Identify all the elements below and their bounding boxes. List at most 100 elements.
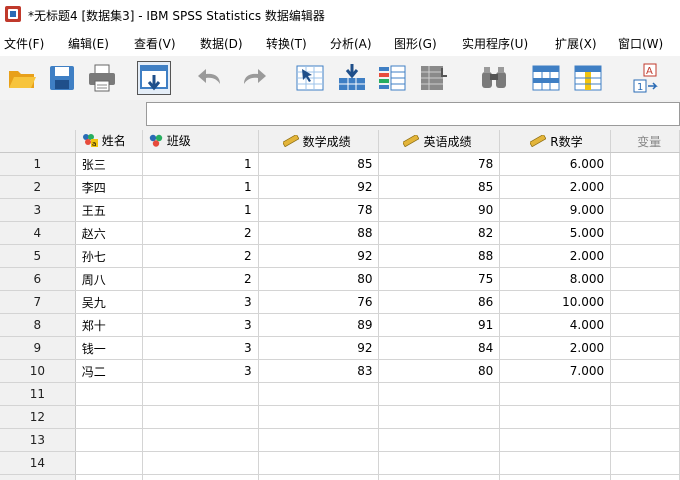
data-cell[interactable]: 84 [378, 336, 501, 360]
data-cell[interactable] [75, 428, 143, 452]
data-cell[interactable]: 冯二 [75, 359, 143, 383]
data-cell[interactable]: 92 [258, 244, 380, 268]
data-cell[interactable]: 2 [142, 221, 259, 245]
data-cell[interactable]: 89 [258, 313, 380, 337]
data-cell[interactable] [378, 405, 501, 429]
column-header-class[interactable]: 班级 [142, 130, 259, 153]
data-cell[interactable]: 2 [142, 267, 259, 291]
empty-variable-cell[interactable] [610, 474, 680, 480]
row-number[interactable]: 14 [0, 451, 76, 475]
data-cell[interactable]: 83 [258, 359, 380, 383]
data-cell[interactable] [499, 405, 612, 429]
row-number[interactable]: 12 [0, 405, 76, 429]
open-folder-icon[interactable] [6, 62, 38, 94]
data-cell[interactable]: 1 [142, 152, 259, 176]
data-cell[interactable]: 92 [258, 336, 380, 360]
print-icon[interactable] [86, 62, 118, 94]
column-header-rmath[interactable]: R数学 [499, 130, 612, 153]
menu-graphs[interactable]: 图形(G) [394, 35, 437, 52]
empty-variable-cell[interactable] [610, 336, 680, 360]
redo-icon[interactable] [238, 62, 270, 94]
data-cell[interactable] [75, 474, 143, 480]
menu-view[interactable]: 查看(V) [134, 35, 176, 52]
menu-transform[interactable]: 转换(T) [266, 35, 307, 52]
row-number[interactable]: 10 [0, 359, 76, 383]
column-header-empty-variable[interactable]: 变量 [610, 130, 680, 153]
empty-variable-cell[interactable] [610, 451, 680, 475]
table-row[interactable]: 1 张三 1 85 78 6.000 [0, 152, 680, 176]
data-cell[interactable] [258, 405, 380, 429]
data-cell[interactable] [142, 405, 259, 429]
table-row[interactable]: 4 赵六 2 88 82 5.000 [0, 221, 680, 245]
data-cell[interactable]: 86 [378, 290, 501, 314]
empty-variable-cell[interactable] [610, 152, 680, 176]
menu-analyze[interactable]: 分析(A) [330, 35, 372, 52]
data-cell[interactable] [378, 428, 501, 452]
data-cell[interactable] [499, 428, 612, 452]
data-cell[interactable]: 4.000 [499, 313, 612, 337]
data-cell[interactable]: 张三 [75, 152, 143, 176]
empty-variable-cell[interactable] [610, 198, 680, 222]
table-row[interactable]: 14 [0, 451, 680, 475]
data-cell[interactable] [258, 382, 380, 406]
empty-variable-cell[interactable] [610, 359, 680, 383]
row-number[interactable]: 11 [0, 382, 76, 406]
data-cell[interactable]: 吴九 [75, 290, 143, 314]
row-number[interactable]: 5 [0, 244, 76, 268]
goto-variable-icon[interactable] [336, 62, 368, 94]
data-cell[interactable]: 88 [378, 244, 501, 268]
goto-case-icon[interactable] [294, 62, 326, 94]
data-cell[interactable] [142, 382, 259, 406]
data-cell[interactable] [142, 451, 259, 475]
data-cell[interactable] [142, 428, 259, 452]
undo-icon[interactable] [194, 62, 226, 94]
data-cell[interactable] [258, 474, 380, 480]
data-cell[interactable] [75, 382, 143, 406]
data-cell[interactable]: 82 [378, 221, 501, 245]
data-cell[interactable]: 钱一 [75, 336, 143, 360]
data-cell[interactable]: 76 [258, 290, 380, 314]
data-cell[interactable]: 9.000 [499, 198, 612, 222]
table-row[interactable]: 3 王五 1 78 90 9.000 [0, 198, 680, 222]
value-labels-icon[interactable]: A1 [632, 62, 664, 94]
row-number[interactable]: 2 [0, 175, 76, 199]
run-descriptives-icon[interactable] [418, 62, 450, 94]
data-cell[interactable] [75, 451, 143, 475]
find-icon[interactable] [478, 62, 510, 94]
row-number[interactable]: 4 [0, 221, 76, 245]
empty-variable-cell[interactable] [610, 221, 680, 245]
table-row[interactable]: 9 钱一 3 92 84 2.000 [0, 336, 680, 360]
data-cell[interactable]: 80 [378, 359, 501, 383]
data-cell[interactable]: 3 [142, 359, 259, 383]
data-cell[interactable]: 75 [378, 267, 501, 291]
data-cell[interactable]: 5.000 [499, 221, 612, 245]
menu-file[interactable]: 文件(F) [4, 35, 44, 52]
table-row[interactable]: 2 李四 1 92 85 2.000 [0, 175, 680, 199]
data-cell[interactable]: 2.000 [499, 244, 612, 268]
table-row[interactable]: 13 [0, 428, 680, 452]
data-cell[interactable] [499, 451, 612, 475]
data-cell[interactable]: 孙七 [75, 244, 143, 268]
data-cell[interactable]: 1 [142, 198, 259, 222]
data-cell[interactable] [258, 428, 380, 452]
data-cell[interactable]: 李四 [75, 175, 143, 199]
variables-icon[interactable] [376, 62, 408, 94]
empty-variable-cell[interactable] [610, 290, 680, 314]
row-number[interactable]: 7 [0, 290, 76, 314]
data-cell[interactable]: 3 [142, 336, 259, 360]
menu-extensions[interactable]: 扩展(X) [555, 35, 597, 52]
data-cell[interactable]: 90 [378, 198, 501, 222]
row-number[interactable]: 3 [0, 198, 76, 222]
empty-variable-cell[interactable] [610, 244, 680, 268]
corner-cell[interactable] [0, 130, 76, 153]
column-header-math[interactable]: 数学成绩 [258, 130, 380, 153]
data-cell[interactable]: 78 [258, 198, 380, 222]
data-cell[interactable]: 3 [142, 290, 259, 314]
data-cell[interactable] [258, 451, 380, 475]
data-cell[interactable]: 80 [258, 267, 380, 291]
data-cell[interactable]: 王五 [75, 198, 143, 222]
menu-edit[interactable]: 编辑(E) [68, 35, 109, 52]
empty-variable-cell[interactable] [610, 175, 680, 199]
table-row[interactable]: 12 [0, 405, 680, 429]
cell-editor-input[interactable] [146, 102, 680, 126]
